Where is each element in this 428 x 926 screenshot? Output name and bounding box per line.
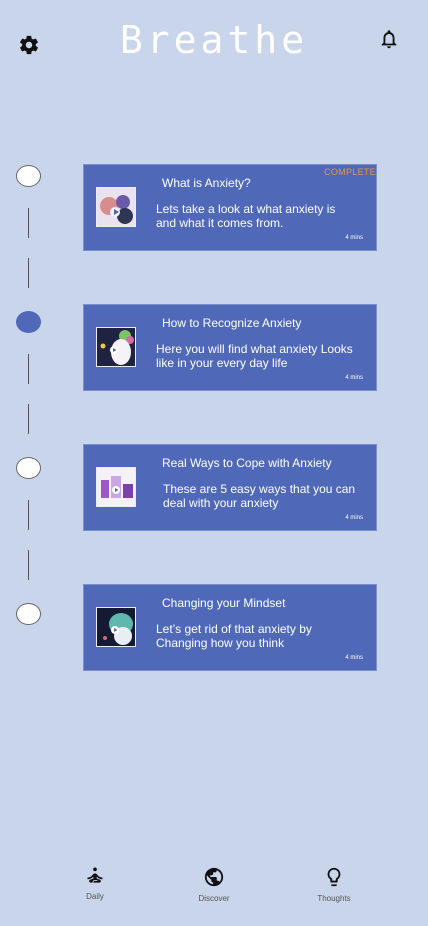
lesson-duration: 4 mins <box>345 375 363 381</box>
tab-thoughts[interactable]: Thoughts <box>289 866 379 903</box>
timeline-node-1[interactable] <box>16 165 41 187</box>
lesson-duration: 4 mins <box>345 655 363 661</box>
timeline-connector <box>28 354 29 384</box>
lightbulb-icon <box>327 867 341 887</box>
lesson-thumbnail <box>96 467 136 507</box>
gear-icon <box>20 35 38 55</box>
app-title: Breathe <box>119 18 309 62</box>
timeline-node-4[interactable] <box>16 603 41 625</box>
timeline-connector <box>28 500 29 530</box>
lesson-duration: 4 mins <box>345 515 363 521</box>
lesson-card-changing-mindset[interactable]: Changing your Mindset Let’s get rid of t… <box>83 584 377 671</box>
timeline-node-3[interactable] <box>16 457 41 479</box>
timeline-connector <box>28 208 29 238</box>
bell-icon <box>381 30 397 49</box>
tab-discover[interactable]: Discover <box>169 866 259 903</box>
settings-button[interactable] <box>18 34 40 56</box>
notifications-button[interactable] <box>378 28 400 50</box>
lesson-title: Real Ways to Cope with Anxiety <box>162 456 332 470</box>
status-badge: COMPLETE <box>324 167 376 177</box>
timeline-connector <box>28 550 29 580</box>
lesson-title: Changing your Mindset <box>162 596 286 610</box>
lesson-thumbnail <box>96 187 136 227</box>
lesson-description: Let’s get rid of that anxiety by Changin… <box>156 622 312 650</box>
tab-daily[interactable]: Daily <box>50 866 140 901</box>
timeline-connector <box>28 258 29 288</box>
lesson-description: These are 5 easy ways that you can deal … <box>163 482 356 510</box>
tab-label: Daily <box>86 892 104 901</box>
lesson-description: Lets take a look at what anxiety is and … <box>156 202 336 230</box>
lesson-card-recognize-anxiety[interactable]: How to Recognize Anxiety Here you will f… <box>83 304 377 391</box>
globe-icon <box>204 867 224 887</box>
timeline-connector <box>28 404 29 434</box>
timeline-node-2[interactable] <box>16 311 41 333</box>
lesson-card-cope-with-anxiety[interactable]: Real Ways to Cope with Anxiety These are… <box>83 444 377 531</box>
lesson-thumbnail <box>96 607 136 647</box>
tab-label: Thoughts <box>317 894 351 903</box>
lesson-duration: 4 mins <box>345 235 363 241</box>
meditation-icon <box>87 867 103 883</box>
lesson-title: How to Recognize Anxiety <box>162 316 302 330</box>
lesson-thumbnail <box>96 327 136 367</box>
lesson-description: Here you will find what anxiety Looks li… <box>156 342 353 370</box>
tab-label: Discover <box>198 894 230 903</box>
lesson-title: What is Anxiety? <box>162 176 251 190</box>
lesson-card-what-is-anxiety[interactable]: What is Anxiety? Lets take a look at wha… <box>83 164 377 251</box>
